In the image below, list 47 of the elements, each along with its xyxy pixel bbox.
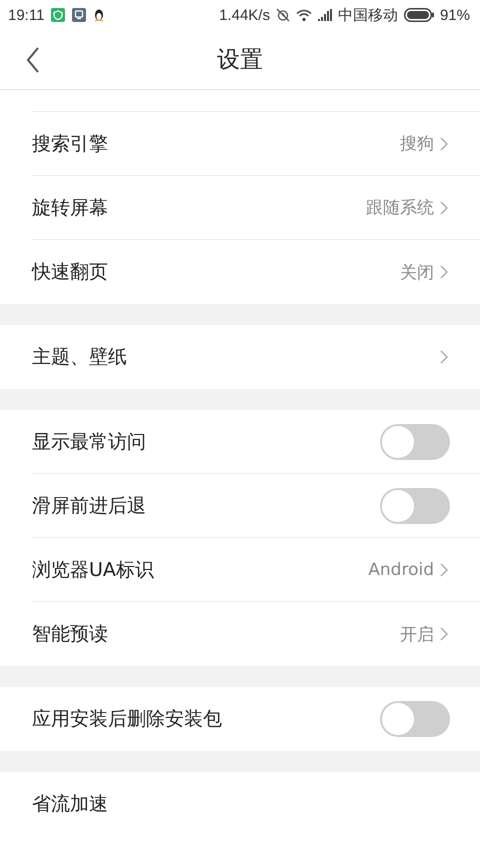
clock-time: 19:11 <box>8 6 44 24</box>
setting-label: 显示最常访问 <box>32 430 146 454</box>
setting-label: 搜索引擎 <box>32 132 108 156</box>
settings-row[interactable]: 快速翻页 关闭 <box>32 240 480 304</box>
settings-row[interactable]: 旋转屏幕 跟随系统 <box>32 176 480 240</box>
settings-row[interactable]: 浏览器UA标识 Android <box>32 538 480 602</box>
toggle-switch[interactable] <box>380 488 450 524</box>
battery-icon <box>404 8 434 22</box>
setting-label: 快速翻页 <box>32 260 108 285</box>
network-speed: 1.44K/s <box>219 6 270 24</box>
settings-row[interactable]: 省流加速 <box>32 772 480 836</box>
settings-row[interactable]: 滑屏前进后退 <box>32 474 480 538</box>
setting-label: 滑屏前进后退 <box>32 494 146 518</box>
settings-row[interactable]: 主题、壁纸 <box>32 325 480 389</box>
toggle-switch[interactable] <box>380 424 450 460</box>
carrier-name: 中国移动 <box>338 6 398 24</box>
setting-label: 智能预读 <box>32 622 108 647</box>
settings-row[interactable]: 智能预读 开启 <box>32 602 480 666</box>
chevron-icon <box>440 627 448 641</box>
setting-label: 应用安装后删除安装包 <box>32 707 222 732</box>
wifi-icon <box>296 8 312 22</box>
setting-value: 开启 <box>400 624 434 646</box>
back-icon <box>26 47 40 73</box>
chevron-icon <box>440 562 448 576</box>
signal-icon <box>318 9 332 21</box>
chevron-icon <box>440 350 448 364</box>
penguin-icon <box>93 8 106 22</box>
setting-value: 跟随系统 <box>366 197 434 219</box>
setting-value: 关闭 <box>400 262 434 284</box>
tv-icon <box>72 8 86 22</box>
alarm-off-icon <box>276 8 290 22</box>
settings-row[interactable]: 搜索引擎 搜狗 <box>32 112 480 176</box>
setting-label: 浏览器UA标识 <box>32 558 154 582</box>
setting-value: Android <box>368 560 434 580</box>
setting-value: 搜狗 <box>400 133 434 155</box>
setting-label: 主题、壁纸 <box>32 345 127 370</box>
page-title: 设置 <box>217 46 263 75</box>
settings-row[interactable]: 显示最常访问 <box>32 410 480 474</box>
chevron-icon <box>440 200 448 214</box>
settings-row[interactable]: 应用安装后删除安装包 <box>32 687 480 751</box>
chevron-icon <box>440 136 448 150</box>
chevron-icon <box>440 265 448 279</box>
toggle-switch[interactable] <box>380 701 450 737</box>
battery-percent: 91% <box>440 6 470 24</box>
setting-label: 旋转屏幕 <box>32 196 108 220</box>
setting-label: 省流加速 <box>32 792 108 817</box>
shield-icon <box>51 8 66 22</box>
